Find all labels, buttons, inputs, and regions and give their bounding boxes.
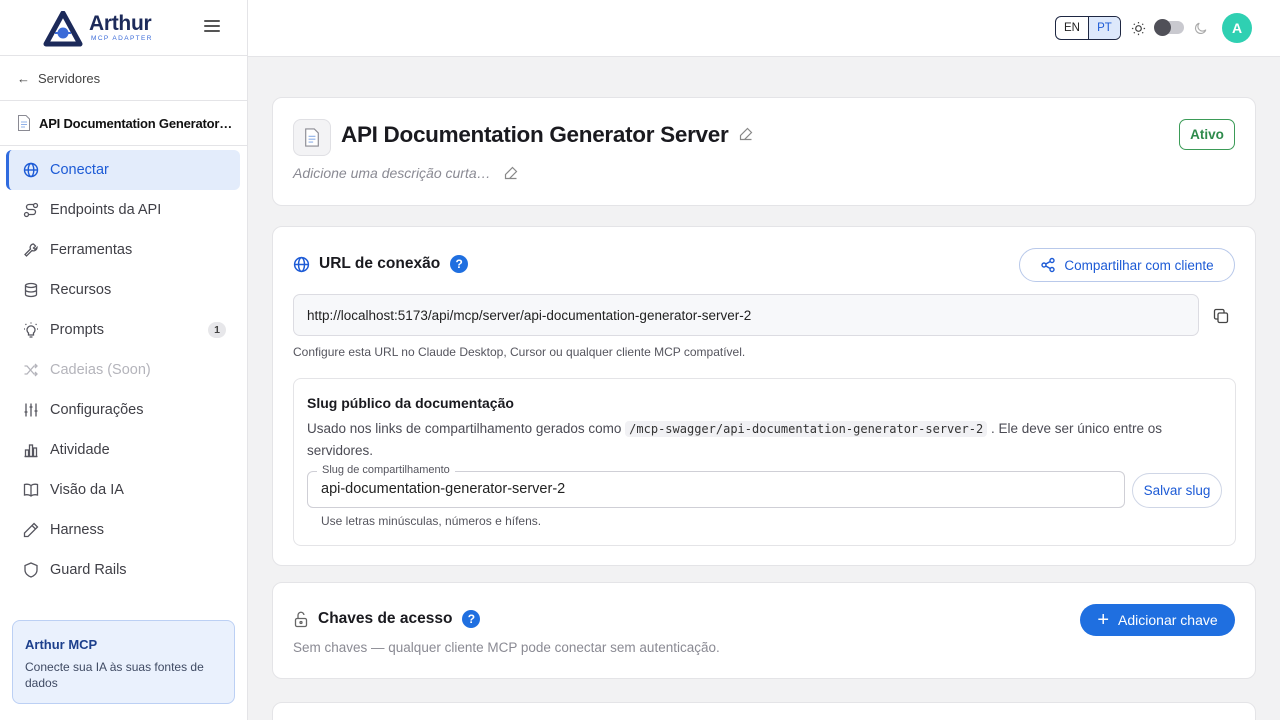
copy-icon[interactable] <box>1213 308 1229 324</box>
back-to-servers-link[interactable]: ← Servidores <box>0 56 247 101</box>
slug-title: Slug público da documentação <box>307 395 514 411</box>
sidebar-item-label: Visão da IA <box>50 482 124 498</box>
help-icon[interactable]: ? <box>450 255 469 273</box>
sidebar-nav: Conectar Endpoints da API Ferramentas Re… <box>0 146 247 590</box>
document-icon <box>18 115 30 131</box>
sidebar-item-prompts[interactable]: Prompts 1 <box>6 310 240 350</box>
sidebar-item-label: Ferramentas <box>50 242 133 258</box>
brand-name: Arthur <box>89 11 152 35</box>
promo-title: Arthur MCP <box>25 637 98 652</box>
menu-toggle-button[interactable] <box>204 20 220 34</box>
add-key-label: Adicionar chave <box>1118 612 1218 628</box>
help-icon[interactable]: ? <box>462 610 481 628</box>
slug-path-code: /mcp-swagger/api-documentation-generator… <box>625 421 988 437</box>
sidebar-item-conectar[interactable]: Conectar <box>6 150 240 190</box>
sidebar-item-label: Conectar <box>50 162 109 178</box>
description-placeholder[interactable]: Adicione uma descrição curta… <box>293 165 491 181</box>
unlock-icon <box>294 611 308 627</box>
sidebar-item-configuracoes[interactable]: Configurações <box>6 390 240 430</box>
avatar[interactable]: A <box>1222 13 1252 43</box>
globe-icon <box>22 161 40 179</box>
status-badge: Ativo <box>1179 119 1235 150</box>
database-icon <box>22 281 40 299</box>
bar-chart-icon <box>22 441 40 459</box>
add-key-button[interactable]: + Adicionar chave <box>1080 604 1235 636</box>
save-slug-button[interactable]: Salvar slug <box>1132 473 1222 508</box>
share-with-client-button[interactable]: Compartilhar com cliente <box>1019 248 1235 282</box>
globe-icon <box>293 256 310 272</box>
edit-title-icon[interactable] <box>739 127 753 141</box>
server-name: API Documentation Generator Server <box>39 115 235 131</box>
arthur-logo-icon <box>43 10 83 46</box>
sidebar-item-label: Cadeias (Soon) <box>50 362 151 378</box>
slug-section: Slug público da documentação Usado nos l… <box>293 378 1236 546</box>
slug-hint: Use letras minúsculas, números e hífens. <box>321 514 542 528</box>
sidebar-item-endpoints[interactable]: Endpoints da API <box>6 190 240 230</box>
connection-url-field[interactable]: http://localhost:5173/api/mcp/server/api… <box>293 294 1199 336</box>
connection-header: URL de conexão ? <box>293 255 469 273</box>
server-header-card: API Documentation Generator Server Adici… <box>272 97 1256 206</box>
slug-field: Slug de compartilhamento <box>307 464 1125 508</box>
sidebar-item-label: Guard Rails <box>50 562 127 578</box>
back-label: Servidores <box>38 70 101 86</box>
sidebar-item-cadeias: Cadeias (Soon) <box>6 350 240 390</box>
next-card <box>272 702 1256 720</box>
brand-subtitle: MCP ADAPTER <box>91 34 153 42</box>
promo-card: Arthur MCP Conecte sua IA às suas fontes… <box>12 620 235 704</box>
access-keys-title: Chaves de acesso <box>318 610 453 627</box>
current-server: API Documentation Generator Server <box>0 101 247 146</box>
shuffle-icon <box>22 361 40 379</box>
sidebar-item-atividade[interactable]: Atividade <box>6 430 240 470</box>
sun-icon <box>1131 21 1146 36</box>
moon-icon <box>1195 22 1207 34</box>
language-switcher: EN PT <box>1055 16 1121 40</box>
sidebar-item-label: Atividade <box>50 442 110 458</box>
slug-description: Usado nos links de compartilhamento gera… <box>307 421 1163 458</box>
lang-en-button[interactable]: EN <box>1056 17 1088 39</box>
sidebar-item-harness[interactable]: Harness <box>6 510 240 550</box>
logo-row: Arthur MCP ADAPTER <box>0 0 247 56</box>
slug-field-label: Slug de compartilhamento <box>317 464 455 476</box>
sidebar-item-label: Endpoints da API <box>50 202 162 218</box>
book-open-icon <box>22 481 40 499</box>
access-keys-header: Chaves de acesso ? <box>293 610 481 628</box>
no-keys-message: Sem chaves — qualquer cliente MCP pode c… <box>293 640 720 655</box>
server-document-icon <box>293 119 331 156</box>
connection-hint: Configure esta URL no Claude Desktop, Cu… <box>293 345 746 359</box>
edit-description-icon[interactable] <box>504 166 518 180</box>
plus-icon: + <box>1097 609 1110 631</box>
lang-pt-button[interactable]: PT <box>1088 17 1120 39</box>
wrench-icon <box>22 241 40 259</box>
route-icon <box>22 201 40 219</box>
theme-toggle[interactable] <box>1154 19 1184 36</box>
sidebar-item-label: Prompts <box>50 322 104 338</box>
lightbulb-icon <box>22 321 40 339</box>
arrow-left-icon: ← <box>17 70 30 86</box>
prompts-count-badge: 1 <box>208 322 226 338</box>
share-icon <box>1041 257 1056 273</box>
sliders-icon <box>22 401 40 419</box>
sidebar-item-ferramentas[interactable]: Ferramentas <box>6 230 240 270</box>
topbar: EN PT A <box>248 0 1280 57</box>
connection-title: URL de conexão <box>319 255 441 272</box>
sidebar-item-guard-rails[interactable]: Guard Rails <box>6 550 240 590</box>
sidebar: Arthur MCP ADAPTER ← Servidores API Docu… <box>0 0 248 720</box>
sidebar-item-recursos[interactable]: Recursos <box>6 270 240 310</box>
connection-card: URL de conexão ? Compartilhar com client… <box>272 226 1256 566</box>
sidebar-item-label: Recursos <box>50 282 112 298</box>
page-title: API Documentation Generator Server <box>341 122 729 147</box>
share-label: Compartilhar com cliente <box>1064 257 1214 273</box>
shield-icon <box>22 561 40 579</box>
sidebar-item-label: Harness <box>50 522 104 538</box>
slug-input[interactable] <box>321 481 1111 497</box>
sidebar-item-visao-ia[interactable]: Visão da IA <box>6 470 240 510</box>
pencil-ruler-icon <box>22 521 40 539</box>
promo-description: Conecte sua IA às suas fontes de dados <box>25 660 204 690</box>
access-keys-card: Chaves de acesso ? + Adicionar chave Sem… <box>272 582 1256 679</box>
sidebar-item-label: Configurações <box>50 402 144 418</box>
